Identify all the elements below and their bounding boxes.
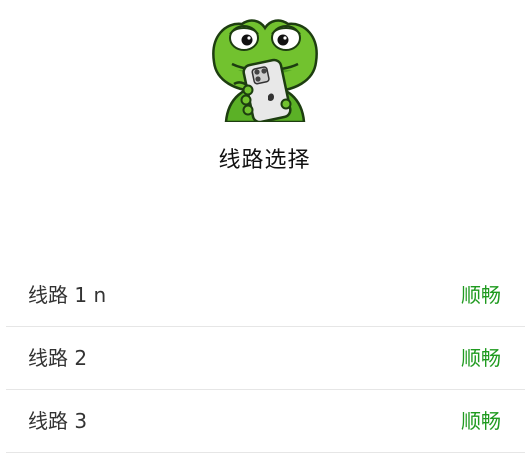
- line-status: 顺畅: [461, 409, 501, 433]
- line-name: 线路 1 n: [28, 283, 107, 307]
- line-item-1[interactable]: 线路 1 n 顺畅: [6, 264, 525, 327]
- line-item-2[interactable]: 线路 2 顺畅: [6, 327, 525, 390]
- line-select-page: 线路选择 线路 1 n 顺畅 线路 2 顺畅 线路 3 顺畅: [0, 0, 529, 473]
- page-title: 线路选择: [218, 148, 311, 173]
- line-name: 线路 2: [28, 346, 88, 370]
- line-item-3[interactable]: 线路 3 顺畅: [6, 390, 525, 453]
- line-status: 顺畅: [461, 283, 501, 307]
- frog-logo-icon: [204, 14, 326, 124]
- line-list: 线路 1 n 顺畅 线路 2 顺畅 线路 3 顺畅: [0, 264, 529, 453]
- line-name: 线路 3: [28, 409, 88, 433]
- line-status: 顺畅: [461, 346, 501, 370]
